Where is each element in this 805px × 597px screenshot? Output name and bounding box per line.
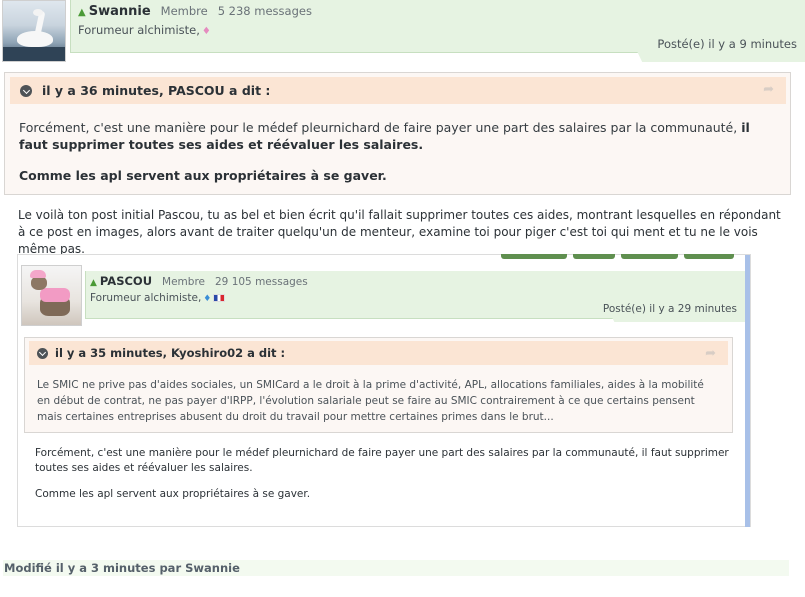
- avatar-pascou: [21, 265, 82, 326]
- embedded-author-title: Forumeur alchimiste, ♦: [90, 292, 226, 304]
- person-icon: ▲: [90, 278, 97, 288]
- embedded-scrollbar: [745, 255, 750, 527]
- french-flag-icon: [213, 294, 226, 302]
- embedded-quote-block: il y a 35 minutes, Kyoshiro02 a dit : ➦ …: [24, 337, 733, 433]
- embedded-message-count: 29 105 messages: [215, 276, 308, 288]
- reply-text: Le voilà ton post initial Pascou, tu as …: [18, 208, 781, 256]
- person-icon: ▲: [78, 7, 86, 18]
- avatar-swannie[interactable]: [2, 0, 66, 62]
- quote-body: Forcément, c'est une manière pour le méd…: [19, 119, 779, 198]
- quote-block: il y a 36 minutes, PASCOU a dit : ➦ Forc…: [4, 72, 791, 195]
- embedded-quote-header: il y a 35 minutes, Kyoshiro02 a dit : ➦: [29, 341, 728, 365]
- quote-text-normal: Forcément, c'est une manière pour le méd…: [19, 120, 742, 135]
- cut-off-button: [684, 254, 734, 259]
- post-timestamp[interactable]: Posté(e) il y a 9 minutes: [657, 37, 797, 51]
- embedded-quote-body: Le SMIC ne prive pas d'aides sociales, u…: [37, 379, 704, 423]
- author-line: ▲ Swannie Membre 5 238 messages: [78, 4, 312, 19]
- cat-shirt: [40, 288, 70, 302]
- female-icon: ♦: [201, 26, 211, 37]
- embedded-post-screenshot: ▲ PASCOU Membre 29 105 messages Forumeur al…: [17, 254, 751, 527]
- quote-header-text: il y a 36 minutes, PASCOU a dit :: [42, 83, 271, 98]
- embedded-author-title-text: Forumeur alchimiste,: [90, 292, 202, 304]
- embedded-post-body: Forcément, c'est une manière pour le méd…: [35, 446, 735, 513]
- author-message-count: 5 238 messages: [217, 4, 312, 18]
- cut-off-button: [501, 254, 567, 259]
- cat-hat: [30, 270, 46, 278]
- embedded-author-line: ▲ PASCOU Membre 29 105 messages: [90, 274, 308, 288]
- chevron-down-icon[interactable]: [20, 85, 32, 97]
- author-title: Forumeur alchimiste, ♦: [78, 23, 211, 37]
- embedded-author-name: PASCOU: [99, 274, 153, 288]
- embedded-timestamp: Posté(e) il y a 29 minutes: [602, 303, 737, 315]
- cut-off-button: [621, 254, 678, 259]
- quote-paragraph-1: Forcément, c'est une manière pour le méd…: [19, 119, 779, 153]
- chevron-down-icon: [37, 348, 48, 359]
- share-icon: ➦: [705, 346, 716, 361]
- cut-off-button: [573, 254, 615, 259]
- swan-water: [3, 47, 65, 61]
- male-icon: ♦: [203, 294, 212, 304]
- edited-notice: Modifié il y a 3 minutes par Swannie: [3, 560, 789, 576]
- embedded-body-paragraph-2: Comme les apl servent aux propriétaires …: [35, 488, 311, 500]
- embedded-body-paragraph-1: Forcément, c'est une manière pour le méd…: [35, 447, 729, 474]
- embedded-author-role: Membre: [162, 276, 205, 288]
- quote-text-bold-2: Comme les apl servent aux propriétaires …: [19, 168, 387, 183]
- quote-header[interactable]: il y a 36 minutes, PASCOU a dit : ➦: [10, 77, 786, 104]
- author-name[interactable]: Swannie: [89, 4, 151, 19]
- quote-paragraph-2: Comme les apl servent aux propriétaires …: [19, 167, 779, 184]
- cat-head: [31, 276, 47, 290]
- embedded-quote-header-text: il y a 35 minutes, Kyoshiro02 a dit :: [55, 346, 286, 360]
- swan-head: [33, 9, 43, 16]
- share-icon[interactable]: ➦: [763, 82, 774, 97]
- post-header: ▲ Swannie Membre 5 238 messages Forumeur al…: [0, 0, 805, 62]
- author-title-text: Forumeur alchimiste,: [78, 23, 200, 37]
- author-role: Membre: [160, 4, 208, 18]
